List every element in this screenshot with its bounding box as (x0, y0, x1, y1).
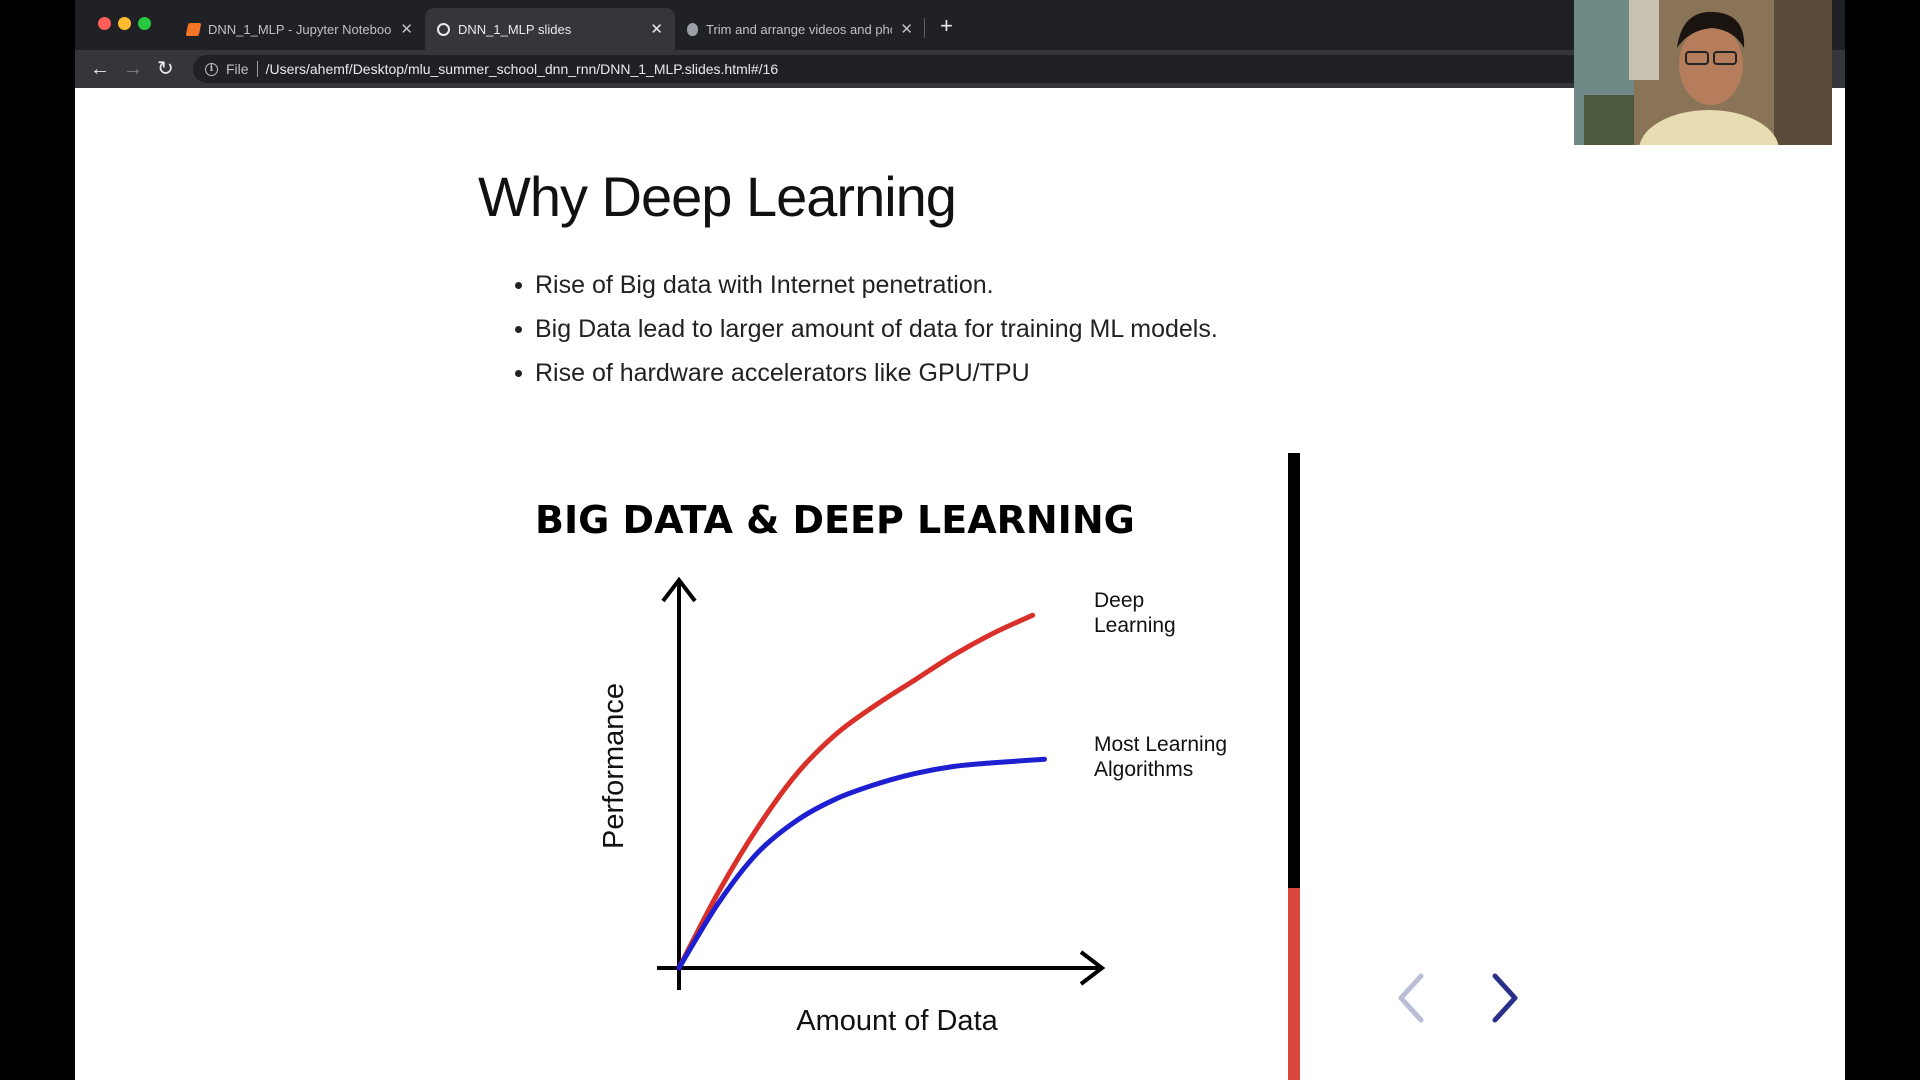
bullet-text: Rise of Big data with Internet penetrati… (535, 271, 994, 299)
bullet-item: Big Data lead to larger amount of data f… (515, 307, 1218, 351)
slide-title: Why Deep Learning (478, 165, 957, 228)
new-tab-button[interactable]: + (940, 13, 953, 39)
apple-icon (687, 22, 698, 36)
chart-figure: BIG DATA & DEEP LEARNING Amount of Data … (75, 88, 1845, 1080)
close-window-button[interactable] (98, 17, 111, 30)
address-bar[interactable]: i File /Users/ahemf/Desktop/mlu_summer_s… (193, 55, 1793, 83)
tab-title: DNN_1_MLP - Jupyter Notebook (208, 21, 393, 37)
tab-separator (924, 18, 925, 38)
series-label: Algorithms (1094, 758, 1193, 781)
url-scheme: File (226, 61, 249, 77)
chart-svg: BIG DATA & DEEP LEARNING Amount of Data … (535, 498, 1227, 1037)
minimize-window-button[interactable] (118, 17, 131, 30)
series-label: Deep (1094, 589, 1144, 612)
series-line (676, 756, 1047, 971)
chart-title: BIG DATA & DEEP LEARNING (535, 498, 1135, 542)
globe-icon (437, 22, 450, 36)
series-label: Most Learning (1094, 733, 1227, 756)
presenter-video (1574, 0, 1832, 145)
close-tab-icon[interactable]: ✕ (900, 20, 913, 38)
address-separator (256, 61, 258, 77)
bullet-text: Big Data lead to larger amount of data f… (535, 315, 1218, 343)
y-axis-arrowhead (661, 576, 697, 603)
series-labels: DeepLearning Most LearningAlgorithms (1094, 589, 1227, 781)
x-axis-arrowhead (1079, 950, 1106, 986)
chart-ylabel: Performance (598, 683, 630, 849)
bullet-item: Rise of hardware accelerators like GPU/T… (515, 351, 1218, 395)
chart-axes (657, 576, 1106, 990)
slide: Why Deep Learning Rise of Big data with … (75, 88, 1845, 1080)
info-icon[interactable]: i (205, 62, 218, 76)
series-label: Learning (1094, 614, 1176, 637)
series-line (676, 612, 1036, 971)
forward-arrow-icon[interactable]: → (123, 57, 143, 81)
browser-window: DNN_1_MLP - Jupyter Notebook ✕ DNN_1_MLP… (75, 0, 1845, 1080)
bullet-item: Rise of Big data with Internet penetrati… (515, 263, 1218, 307)
chart-series (676, 612, 1047, 971)
bullet-dot (515, 326, 522, 333)
zoom-window-button[interactable] (138, 17, 151, 30)
tab-title: Trim and arrange videos and photos (706, 21, 892, 37)
tab-title: DNN_1_MLP slides (458, 21, 572, 37)
chevron-left-icon[interactable] (1393, 968, 1433, 1028)
close-tab-icon[interactable]: ✕ (400, 20, 413, 38)
chart-xlabel: Amount of Data (796, 1005, 998, 1037)
jupyter-icon (185, 22, 202, 36)
url-text[interactable]: /Users/ahemf/Desktop/mlu_summer_school_d… (266, 61, 779, 77)
webcam-overlay (1574, 0, 1832, 145)
reload-icon[interactable]: ↻ (157, 57, 174, 81)
chevron-right-icon[interactable] (1483, 968, 1523, 1028)
tab-jupyter-notebook[interactable]: DNN_1_MLP - Jupyter Notebook ✕ (175, 8, 425, 50)
bullet-list: Rise of Big data with Internet penetrati… (515, 263, 1218, 395)
bullet-dot (515, 370, 522, 377)
back-arrow-icon[interactable]: ← (90, 57, 110, 81)
tab-trim-videos[interactable]: Trim and arrange videos and photos ✕ (675, 8, 925, 50)
close-tab-icon[interactable]: ✕ (650, 20, 663, 38)
bullet-dot (515, 282, 522, 289)
progress-fill (1288, 888, 1300, 1080)
bullet-text: Rise of hardware accelerators like GPU/T… (535, 359, 1030, 387)
tab-slides[interactable]: DNN_1_MLP slides ✕ (425, 8, 675, 50)
